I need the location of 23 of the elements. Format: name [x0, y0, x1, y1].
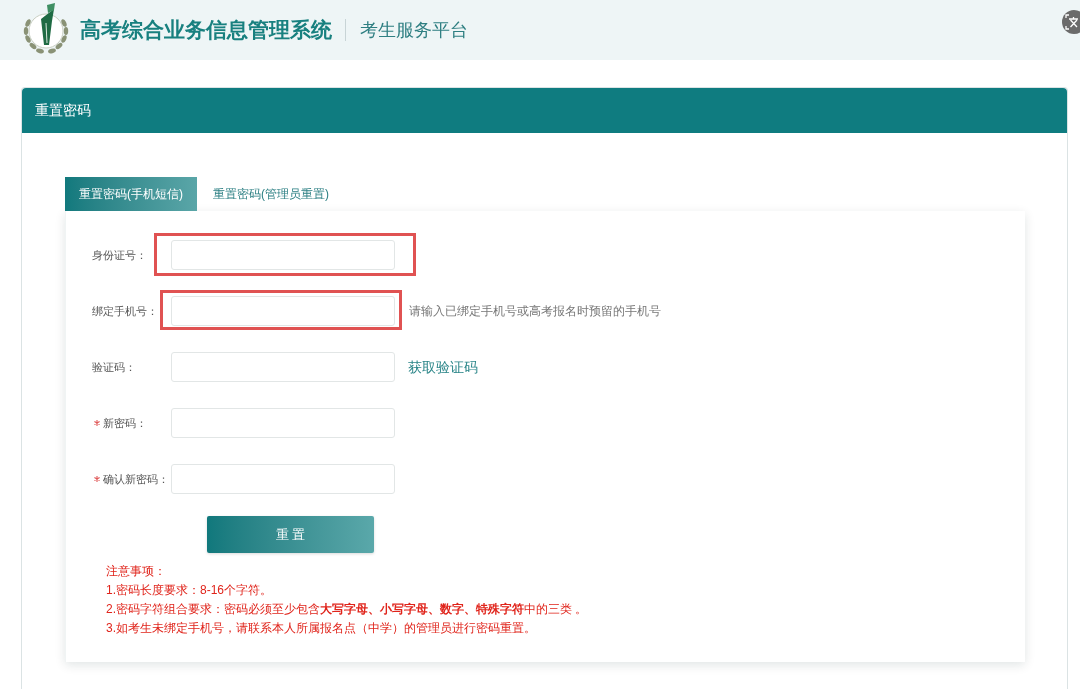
- field-label: 身份证号：: [92, 247, 147, 263]
- reset-button[interactable]: 重 置: [207, 516, 374, 553]
- input-field[interactable]: [171, 464, 395, 494]
- tab[interactable]: 重置密码(手机短信): [65, 177, 197, 211]
- note-item: 3.如考生未绑定手机号，请联系本人所属报名点（中学）的管理员进行密码重置。: [106, 620, 536, 637]
- get-code-link[interactable]: 获取验证码: [408, 356, 478, 378]
- platform-subtitle: 考生服务平台: [360, 18, 468, 42]
- input-field[interactable]: [171, 408, 395, 438]
- field-label: 绑定手机号：: [92, 303, 158, 319]
- input-field[interactable]: [171, 352, 395, 382]
- tab[interactable]: 重置密码(管理员重置): [197, 177, 345, 211]
- field-label: 验证码：: [92, 359, 136, 375]
- card-title: 重置密码: [35, 101, 91, 120]
- note-item: 2.密码字符组合要求：密码必须至少包含大写字母、小写字母、数字、特殊字符中的三类 。: [106, 601, 588, 618]
- translate-icon[interactable]: [1062, 10, 1080, 34]
- system-title: 高考综合业务信息管理系统: [80, 17, 332, 44]
- field-label: 新密码：: [103, 415, 147, 431]
- note-item: 1.密码长度要求：8-16个字符。: [106, 582, 273, 599]
- input-field[interactable]: [171, 296, 395, 326]
- field-hint: 请输入已绑定手机号或高考报名时预留的手机号: [409, 303, 661, 320]
- notes-heading: 注意事项：: [106, 563, 166, 580]
- field-label: 确认新密码：: [103, 471, 169, 487]
- input-field[interactable]: [171, 240, 395, 270]
